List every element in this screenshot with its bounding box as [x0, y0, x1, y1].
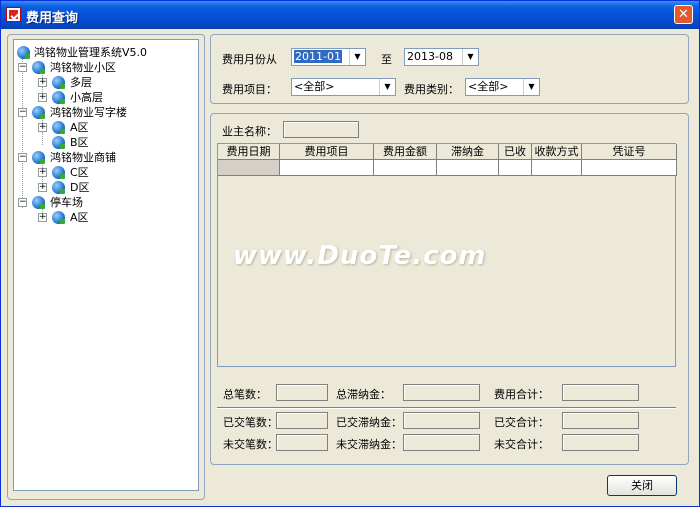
- minus-icon[interactable]: −: [18, 108, 27, 117]
- month-from-select[interactable]: 2011-01 ▼: [291, 48, 366, 66]
- globe-icon: [52, 211, 65, 224]
- table-cell[interactable]: [582, 160, 677, 176]
- tree-group-label: 鸿铭物业小区: [50, 61, 116, 74]
- globe-icon: [17, 46, 30, 59]
- owner-label: 业主名称：: [222, 125, 277, 138]
- plus-icon[interactable]: +: [38, 168, 47, 177]
- month-to-value: 2013-08: [407, 50, 453, 63]
- table-header: 费用日期 费用项目 费用金额 滞纳金 已收 收款方式 凭证号: [218, 144, 677, 160]
- title-bar[interactable]: 费用查询 ✕: [1, 1, 699, 29]
- dropdown-arrow-icon[interactable]: ▼: [349, 49, 365, 65]
- globe-icon: [52, 181, 65, 194]
- month-to-select[interactable]: 2013-08 ▼: [404, 48, 479, 66]
- tree-group-label: 鸿铭物业写字楼: [50, 106, 127, 119]
- total-late-fee-label: 总滞纳金：: [336, 388, 391, 401]
- unpaid-count-label: 未交笔数：: [223, 438, 278, 451]
- col-fee-date[interactable]: 费用日期: [218, 144, 280, 160]
- property-tree[interactable]: 鸿铭物业管理系统V5.0 − 鸿铭物业小区 + 多层 + 小高层 − 鸿铭物业写…: [13, 39, 199, 491]
- tree-item-label: C区: [70, 166, 89, 179]
- table-cell[interactable]: [437, 160, 499, 176]
- table-row[interactable]: [218, 160, 677, 176]
- plus-icon[interactable]: +: [38, 183, 47, 192]
- total-fee-field: [562, 384, 639, 401]
- total-fee-label: 费用合计：: [494, 388, 549, 401]
- globe-icon: [52, 91, 65, 104]
- col-fee-item[interactable]: 费用项目: [280, 144, 374, 160]
- globe-icon: [32, 151, 45, 164]
- dropdown-arrow-icon[interactable]: ▼: [523, 79, 539, 95]
- month-from-value: 2011-01: [294, 50, 342, 63]
- unpaid-total-field: [562, 434, 639, 451]
- plus-icon[interactable]: +: [38, 213, 47, 222]
- total-count-label: 总笔数：: [223, 388, 267, 401]
- summary-separator: [217, 407, 676, 409]
- total-count-field: [276, 384, 328, 401]
- category-label: 费用类别：: [404, 83, 459, 96]
- tree-group-label: 鸿铭物业商铺: [50, 151, 116, 164]
- fee-item-select[interactable]: <全部> ▼: [291, 78, 396, 96]
- plus-icon[interactable]: +: [38, 78, 47, 87]
- paid-late-fee-label: 已交滞纳金：: [336, 416, 402, 429]
- watermark: www.DuoTe.com: [233, 241, 487, 271]
- table-cell[interactable]: [280, 160, 374, 176]
- plus-icon[interactable]: +: [38, 93, 47, 102]
- globe-icon: [32, 196, 45, 209]
- globe-icon: [52, 76, 65, 89]
- globe-icon: [32, 61, 45, 74]
- fee-category-value: <全部>: [468, 80, 509, 93]
- window-title: 费用查询: [26, 11, 79, 26]
- app-icon: [6, 7, 21, 22]
- col-late-fee[interactable]: 滞纳金: [437, 144, 499, 160]
- owner-name-field[interactable]: [283, 121, 359, 138]
- item-label: 费用项目：: [222, 83, 277, 96]
- minus-icon[interactable]: −: [18, 198, 27, 207]
- plus-icon[interactable]: +: [38, 123, 47, 132]
- month-from-label: 费用月份从: [222, 53, 277, 66]
- globe-icon: [52, 136, 65, 149]
- total-late-fee-field: [403, 384, 480, 401]
- to-label: 至: [381, 53, 392, 66]
- col-payment-method[interactable]: 收款方式: [532, 144, 582, 160]
- tree-item-label: 小高层: [70, 91, 103, 104]
- unpaid-count-field: [276, 434, 328, 451]
- unpaid-total-label: 未交合计：: [494, 438, 549, 451]
- globe-icon: [52, 166, 65, 179]
- tree-group-label: 停车场: [50, 196, 83, 209]
- dropdown-arrow-icon[interactable]: ▼: [379, 79, 395, 95]
- tree-item-label: A区: [70, 121, 89, 134]
- minus-icon[interactable]: −: [18, 63, 27, 72]
- table-cell[interactable]: [374, 160, 437, 176]
- table-cell[interactable]: [532, 160, 582, 176]
- globe-icon: [32, 106, 45, 119]
- col-received[interactable]: 已收: [499, 144, 532, 160]
- tree-item-label: D区: [70, 181, 90, 194]
- tree-item-label: 多层: [70, 76, 92, 89]
- fee-category-select[interactable]: <全部> ▼: [465, 78, 540, 96]
- dropdown-arrow-icon[interactable]: ▼: [462, 49, 478, 65]
- tree-root-label: 鸿铭物业管理系统V5.0: [34, 46, 148, 59]
- minus-icon[interactable]: −: [18, 153, 27, 162]
- col-voucher-no[interactable]: 凭证号: [582, 144, 677, 160]
- close-button[interactable]: 关闭: [607, 475, 677, 496]
- unpaid-late-fee-label: 未交滞纳金：: [336, 438, 402, 451]
- paid-late-fee-field: [403, 412, 480, 429]
- col-fee-amount[interactable]: 费用金额: [374, 144, 437, 160]
- tree-item-label: B区: [70, 136, 89, 149]
- globe-icon: [52, 121, 65, 134]
- fee-item-value: <全部>: [294, 80, 335, 93]
- paid-total-label: 已交合计：: [494, 416, 549, 429]
- tree-item-label: A区: [70, 211, 89, 224]
- table-cell[interactable]: [499, 160, 532, 176]
- fee-query-window: 费用查询 ✕ 鸿铭物业管理系统V5.0 − 鸿铭物业小区 + 多层 + 小高层: [0, 0, 700, 507]
- close-window-button[interactable]: ✕: [674, 5, 693, 24]
- paid-total-field: [562, 412, 639, 429]
- paid-count-label: 已交笔数：: [223, 416, 278, 429]
- table-cell[interactable]: [218, 160, 280, 176]
- paid-count-field: [276, 412, 328, 429]
- unpaid-late-fee-field: [403, 434, 480, 451]
